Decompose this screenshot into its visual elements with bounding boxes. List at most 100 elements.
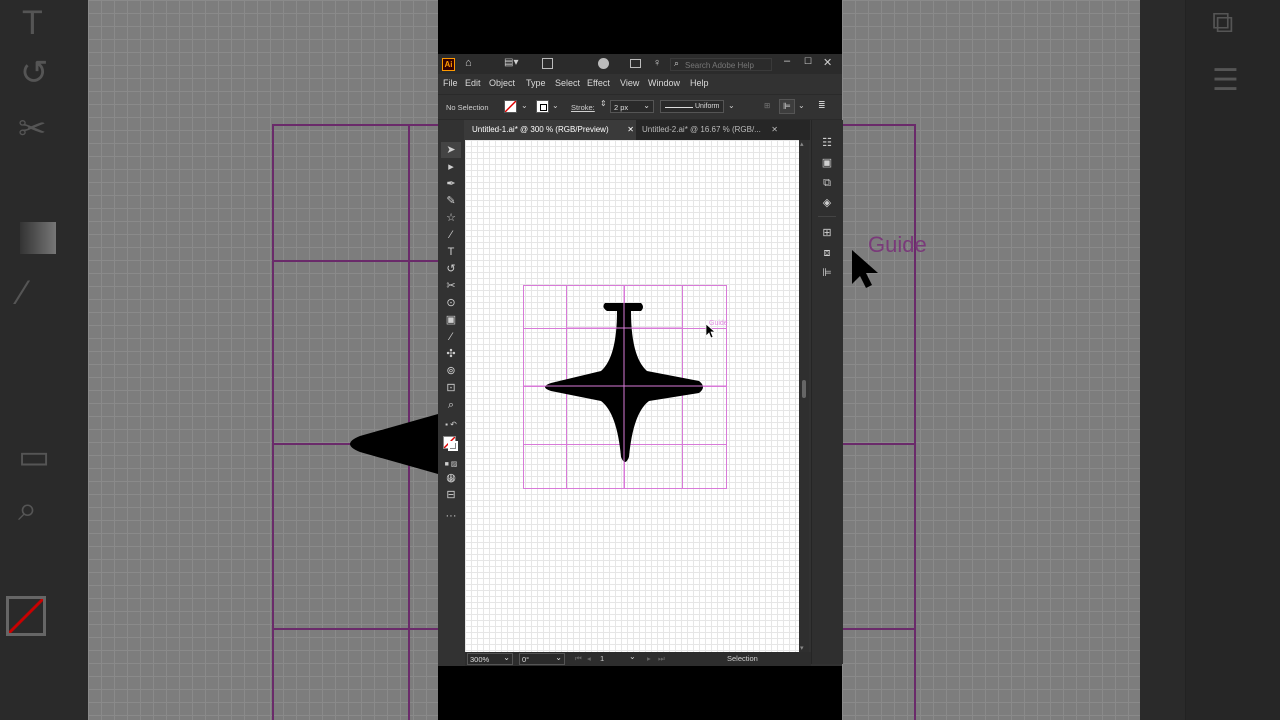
panel-menu-icon[interactable]: ≣: [818, 100, 826, 111]
eyedropper-tool-icon[interactable]: ⁄: [441, 329, 461, 345]
share-icon[interactable]: [542, 58, 553, 69]
screen-mode-icon[interactable]: ⊟: [441, 487, 461, 503]
shape-builder-tool-icon[interactable]: ⊚: [441, 363, 461, 379]
tab-untitled-2[interactable]: Untitled-2.ai* @ 16.67 % (RGB/... ✕: [634, 120, 784, 140]
properties-icon[interactable]: ☷: [819, 136, 835, 150]
stroke-label[interactable]: Stroke:: [571, 103, 595, 112]
chevron-down-icon[interactable]: ⌄: [629, 652, 636, 661]
account-icon[interactable]: [598, 58, 609, 69]
divider: [818, 216, 836, 217]
bg-guide: [842, 443, 916, 445]
artboard-tool-icon[interactable]: ⊡: [441, 380, 461, 396]
stroke-dropdown-icon[interactable]: ⌄: [552, 101, 559, 110]
rotate-tool-icon[interactable]: ↺: [441, 261, 461, 277]
close-icon[interactable]: ✕: [627, 120, 634, 140]
artboard[interactable]: Guide: [465, 140, 799, 652]
workspace-switcher-icon[interactable]: ▤▾: [504, 57, 518, 68]
menu-type[interactable]: Type: [526, 78, 546, 88]
illustrator-window: Ai ⌂ ▤▾ ♀ Search Adobe Help ⌕ – ☐ ✕ File…: [438, 54, 843, 666]
align-panel-icon[interactable]: ⊫: [819, 266, 835, 280]
distribute-icon[interactable]: ⊫: [779, 99, 795, 114]
search-icon: ⌕: [674, 58, 680, 68]
fill-swatch[interactable]: [504, 100, 517, 113]
transform-panel-icon[interactable]: ⊞: [819, 226, 835, 240]
document-tabs: Untitled-1.ai* @ 300 % (RGB/Preview) ✕ U…: [464, 120, 810, 140]
menu-window[interactable]: Window: [648, 78, 680, 88]
bg-toolbar: T ↺ ✂ ⁄ ▭ ⌕: [0, 0, 88, 720]
stroke-weight-field[interactable]: 2 px ⌄: [610, 100, 654, 113]
selection-tool-icon[interactable]: ➤: [441, 142, 461, 158]
scissors-tool-icon[interactable]: ✂: [441, 278, 461, 294]
bg-align-icon: ☰: [1212, 64, 1239, 97]
bg-type-icon: T: [22, 4, 43, 42]
lightbulb-icon[interactable]: ♀: [653, 57, 661, 69]
menu-view[interactable]: View: [620, 78, 639, 88]
chevron-down-icon: ⌄: [503, 653, 510, 662]
scroll-down-icon[interactable]: ▾: [800, 644, 804, 652]
draw-mode-icon[interactable]: ◍: [441, 470, 461, 486]
bg-panel-icon: ⧉: [1212, 6, 1234, 39]
last-artboard-icon[interactable]: ⏭: [658, 654, 665, 664]
swap-colors-icon[interactable]: ▪ ↶: [441, 417, 461, 433]
direct-selection-tool-icon[interactable]: ▸: [441, 159, 461, 175]
bg-guide: [842, 124, 916, 126]
search-input[interactable]: Search Adobe Help: [670, 58, 772, 71]
stroke-stepper-icon[interactable]: ⇕: [600, 99, 607, 108]
transform-icon[interactable]: ⧉: [819, 176, 835, 190]
menu-effect[interactable]: Effect: [587, 78, 610, 88]
app-logo: Ai: [442, 58, 455, 71]
first-artboard-icon[interactable]: ⏮: [575, 654, 582, 664]
bg-guide: [272, 260, 438, 262]
layers-icon[interactable]: ◈: [819, 196, 835, 210]
close-icon[interactable]: ✕: [771, 120, 778, 140]
artboard-number[interactable]: 1: [600, 654, 604, 663]
star-shape[interactable]: [523, 285, 727, 489]
chevron-down-icon[interactable]: ⌄: [728, 101, 735, 110]
zoom-tool-icon[interactable]: ⌕: [441, 397, 461, 413]
menu-file[interactable]: File: [443, 78, 458, 88]
pen-tool-icon[interactable]: ✒: [441, 176, 461, 192]
paintbrush-tool-icon[interactable]: ⁄: [441, 227, 461, 243]
minimize-icon[interactable]: –: [784, 55, 790, 67]
rotation-field[interactable]: 0° ⌄: [519, 653, 565, 665]
zoom-field[interactable]: 300% ⌄: [467, 653, 513, 665]
curvature-tool-icon[interactable]: ✎: [441, 193, 461, 209]
more-tools-icon[interactable]: ···: [441, 508, 461, 524]
rotation-value: 0°: [522, 655, 530, 664]
current-tool-status: Selection: [727, 654, 758, 663]
type-tool-icon[interactable]: T: [441, 244, 461, 260]
vertical-scrollbar[interactable]: ▴ ▾: [799, 140, 809, 652]
prev-artboard-icon[interactable]: ◂: [587, 654, 591, 663]
chevron-down-icon: ⌄: [555, 653, 562, 662]
close-icon[interactable]: ✕: [823, 56, 832, 69]
next-artboard-icon[interactable]: ▸: [647, 654, 651, 663]
stroke-weight-value: 2 px: [614, 103, 629, 112]
menu-select[interactable]: Select: [555, 78, 580, 88]
maximize-icon[interactable]: ☐: [804, 56, 812, 67]
menu-edit[interactable]: Edit: [465, 78, 481, 88]
pathfinder-icon[interactable]: ⧈: [819, 246, 835, 260]
menu-help[interactable]: Help: [690, 78, 709, 88]
scroll-up-icon[interactable]: ▴: [800, 140, 804, 148]
stroke-swatch[interactable]: [536, 100, 549, 113]
zoom-value: 300%: [470, 655, 490, 664]
stroke-profile-field[interactable]: Uniform: [660, 100, 724, 113]
scroll-thumb[interactable]: [802, 380, 806, 398]
star-tool-icon[interactable]: ☆: [441, 210, 461, 226]
bg-guide: [272, 124, 438, 126]
bg-guide-label: Guide: [868, 232, 927, 257]
libraries-icon[interactable]: ▣: [819, 156, 835, 170]
menu-object[interactable]: Object: [489, 78, 515, 88]
bg-guide: [914, 124, 916, 720]
home-icon[interactable]: ⌂: [465, 57, 472, 69]
chevron-down-icon[interactable]: ⌄: [798, 101, 805, 110]
panel-toggle-icon[interactable]: [630, 59, 641, 68]
align-icon[interactable]: ⊞: [764, 101, 770, 110]
lasso-tool-icon[interactable]: ⊙: [441, 295, 461, 311]
fill-dropdown-icon[interactable]: ⌄: [521, 101, 528, 110]
fill-stroke-icon[interactable]: [441, 434, 461, 454]
tab-untitled-1[interactable]: Untitled-1.ai* @ 300 % (RGB/Preview) ✕: [464, 120, 636, 140]
control-bar: No Selection ⌄ ⌄ Stroke: ⇕ 2 px ⌄ Unifor…: [438, 94, 842, 120]
gradient-tool-icon[interactable]: ▣: [441, 312, 461, 328]
puppet-warp-tool-icon[interactable]: ✣: [441, 346, 461, 362]
